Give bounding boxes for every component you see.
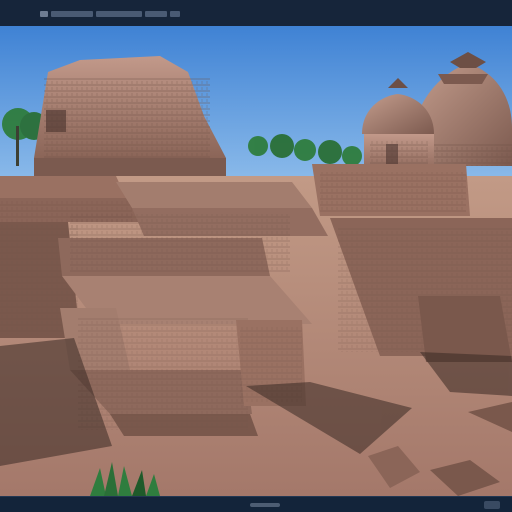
menu-item[interactable]	[51, 11, 93, 17]
menu-bar	[40, 10, 180, 18]
menu-item[interactable]	[96, 11, 142, 17]
status-indicator	[250, 503, 280, 507]
menu-item[interactable]	[145, 11, 167, 17]
status-bar	[0, 496, 512, 512]
top-toolbar	[0, 0, 512, 27]
render-viewport[interactable]	[0, 26, 512, 496]
temple-ruins-render	[0, 26, 512, 496]
menu-item[interactable]	[170, 11, 180, 17]
status-icon[interactable]	[484, 501, 500, 509]
app-window	[0, 0, 512, 512]
menu-item[interactable]	[40, 11, 48, 17]
